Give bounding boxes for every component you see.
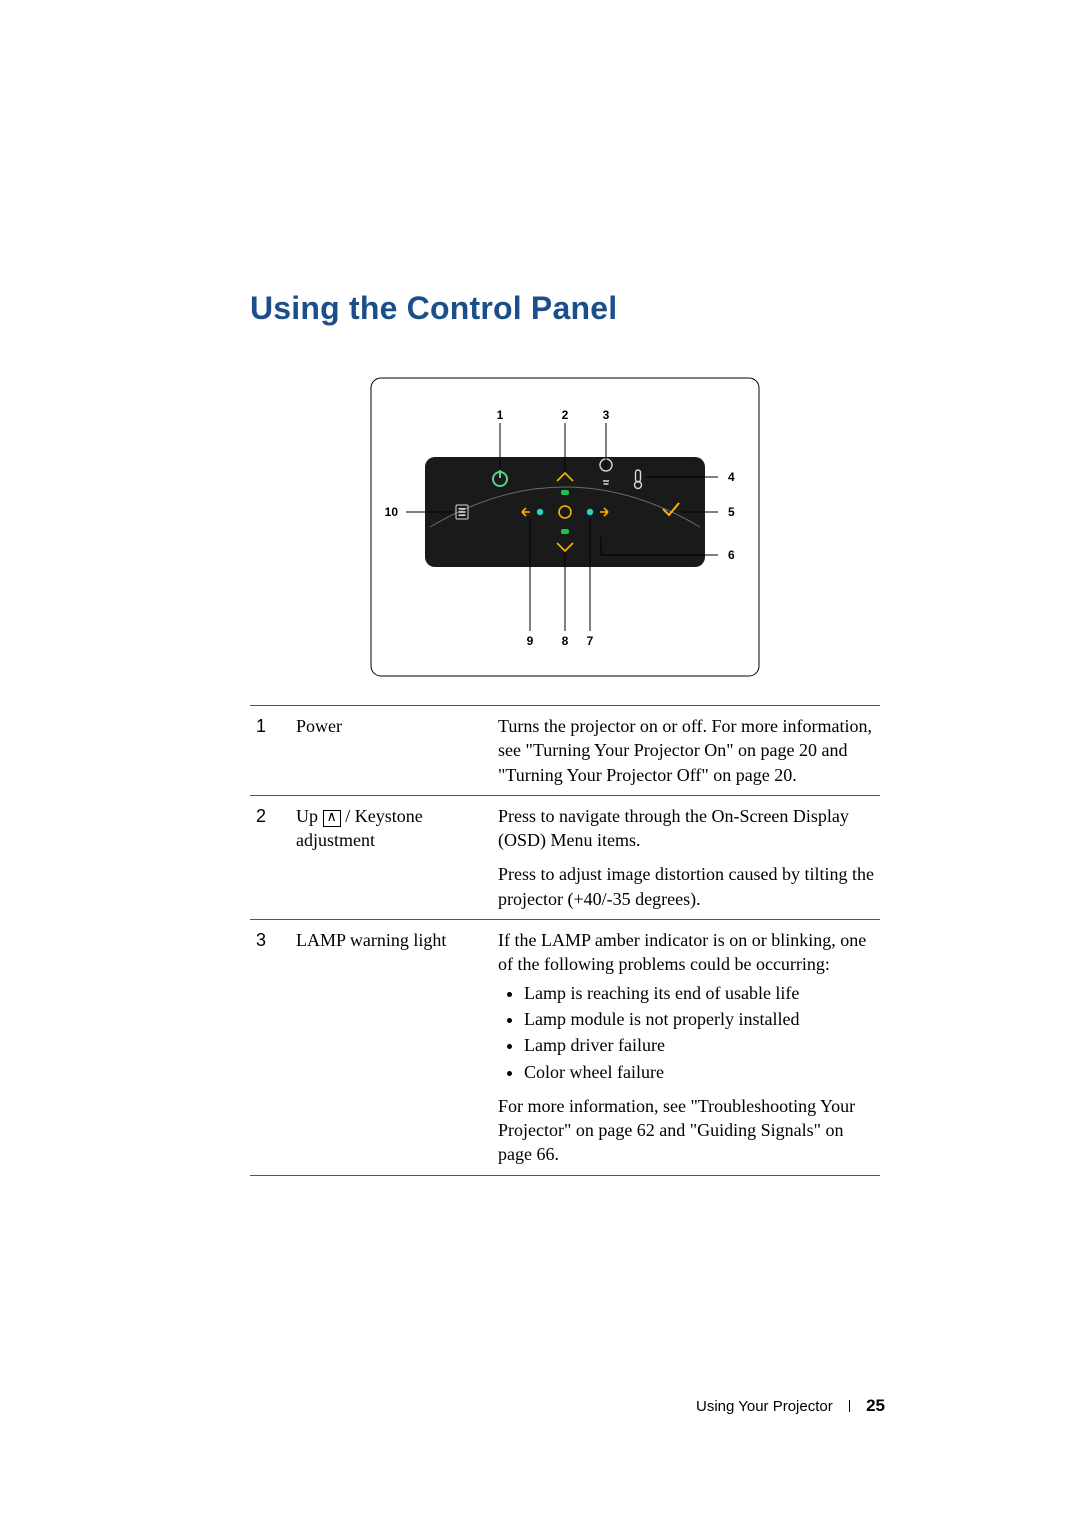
callout-2: 2 bbox=[562, 408, 569, 422]
desc-para: Press to navigate through the On-Screen … bbox=[498, 804, 874, 853]
callout-9: 9 bbox=[527, 634, 534, 648]
row-name: LAMP warning light bbox=[290, 920, 492, 1176]
table-row: 2 Up ∧ / Keystone adjustment Press to na… bbox=[250, 795, 880, 919]
name-prefix: Up bbox=[296, 806, 323, 826]
section-title: Using the Control Panel bbox=[250, 290, 880, 327]
list-item: Lamp is reaching its end of usable life bbox=[524, 981, 874, 1005]
definitions-table: 1 Power Turns the projector on or off. F… bbox=[250, 705, 880, 1176]
desc-trail: For more information, see "Troubleshooti… bbox=[498, 1094, 874, 1167]
up-keycap-icon: ∧ bbox=[323, 810, 341, 827]
footer-section: Using Your Projector bbox=[696, 1398, 833, 1415]
row-number: 1 bbox=[250, 706, 290, 796]
page-footer: Using Your Projector 25 bbox=[696, 1396, 885, 1416]
list-item: Lamp driver failure bbox=[524, 1033, 874, 1057]
bullet-list: Lamp is reaching its end of usable life … bbox=[524, 981, 874, 1084]
callout-6: 6 bbox=[728, 548, 735, 562]
desc-para: Press to adjust image distortion caused … bbox=[498, 862, 874, 911]
callout-1: 1 bbox=[497, 408, 504, 422]
row-number: 2 bbox=[250, 795, 290, 919]
callout-7: 7 bbox=[587, 634, 594, 648]
row-desc: If the LAMP amber indicator is on or bli… bbox=[492, 920, 880, 1176]
row-desc: Press to navigate through the On-Screen … bbox=[492, 795, 880, 919]
list-item: Color wheel failure bbox=[524, 1060, 874, 1084]
callout-4: 4 bbox=[728, 470, 735, 484]
table-row: 3 LAMP warning light If the LAMP amber i… bbox=[250, 920, 880, 1176]
callout-8: 8 bbox=[562, 634, 569, 648]
page-number: 25 bbox=[866, 1396, 885, 1415]
row-number: 3 bbox=[250, 920, 290, 1176]
list-item: Lamp module is not properly installed bbox=[524, 1007, 874, 1031]
callout-3: 3 bbox=[603, 408, 610, 422]
control-panel-figure: 1 2 3 4 5 6 7 8 9 10 bbox=[370, 377, 760, 677]
desc-lead: If the LAMP amber indicator is on or bli… bbox=[498, 928, 874, 977]
row-name: Up ∧ / Keystone adjustment bbox=[290, 795, 492, 919]
row-name: Power bbox=[290, 706, 492, 796]
callout-10: 10 bbox=[385, 505, 399, 519]
table-row: 1 Power Turns the projector on or off. F… bbox=[250, 706, 880, 796]
row-desc: Turns the projector on or off. For more … bbox=[492, 706, 880, 796]
callout-5: 5 bbox=[728, 505, 735, 519]
footer-divider bbox=[849, 1400, 850, 1412]
